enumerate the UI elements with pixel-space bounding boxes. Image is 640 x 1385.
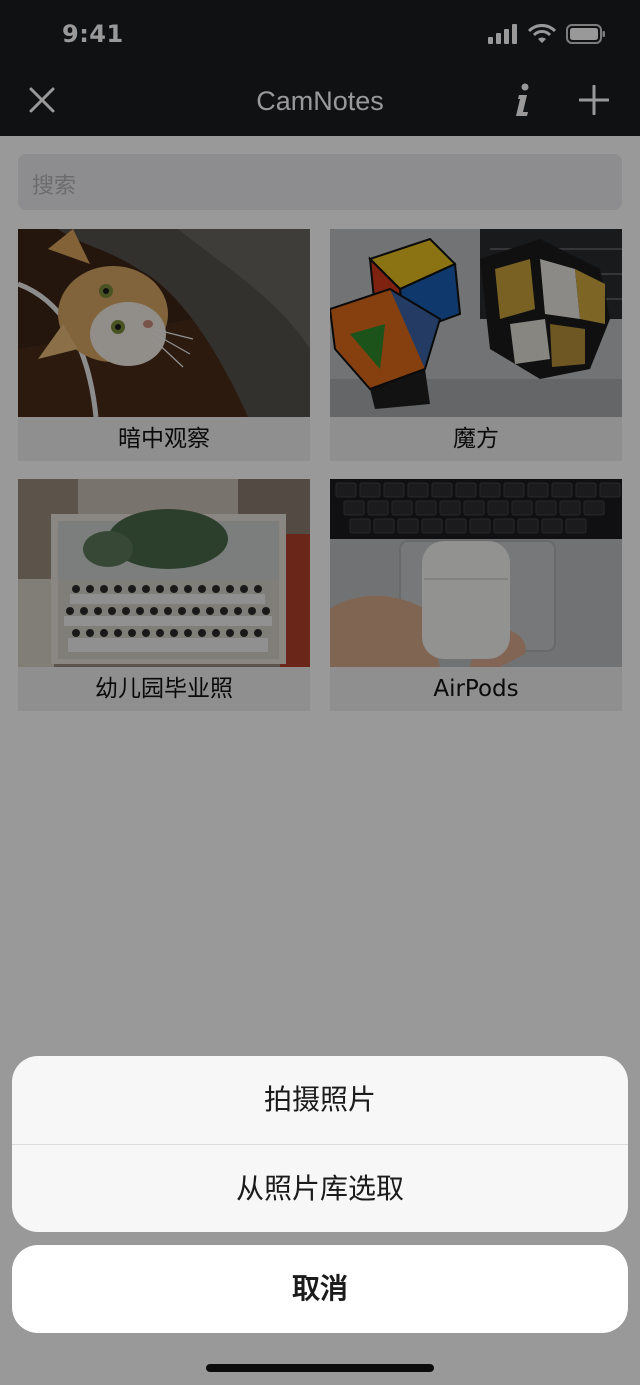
cancel-button[interactable]: 取消 bbox=[12, 1245, 628, 1333]
take-photo-button[interactable]: 拍摄照片 bbox=[12, 1056, 628, 1144]
action-sheet-options: 拍摄照片 从照片库选取 bbox=[12, 1056, 628, 1232]
action-sheet-cancel: 取消 bbox=[12, 1245, 628, 1333]
home-indicator bbox=[206, 1364, 434, 1372]
choose-from-library-button[interactable]: 从照片库选取 bbox=[12, 1145, 628, 1232]
